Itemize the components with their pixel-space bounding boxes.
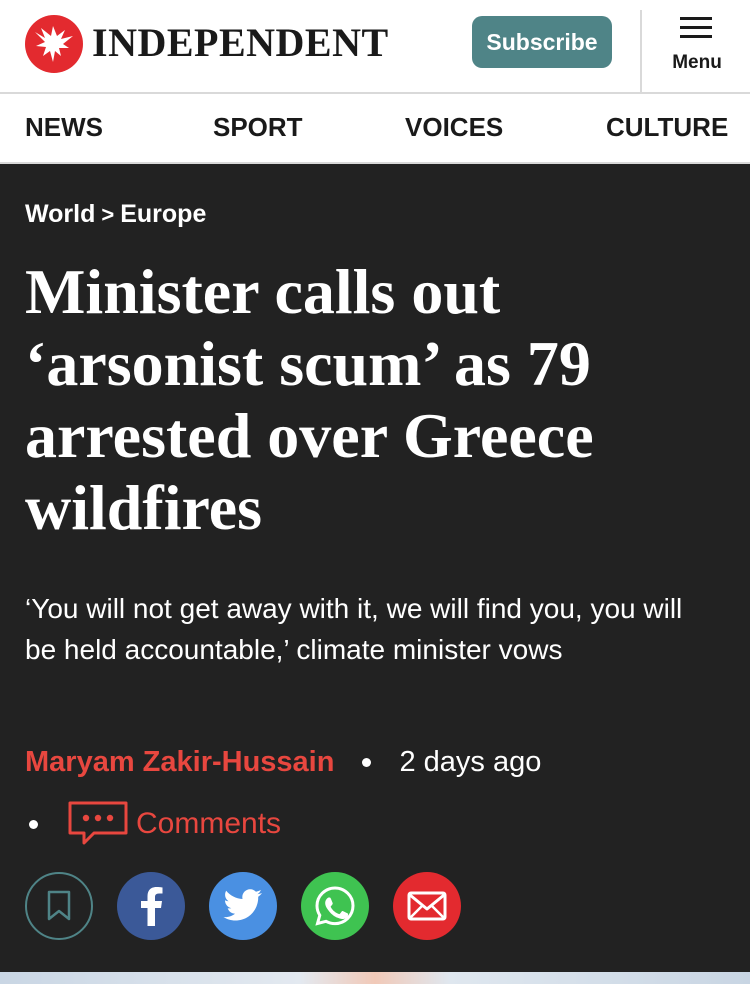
article-standfirst: ‘You will not get away with it, we will … [25,593,683,665]
author-link[interactable]: Maryam Zakir-Hussain [25,746,334,779]
share-email-button[interactable] [393,872,461,940]
article-lead-image [0,972,750,984]
eagle-icon [35,26,73,62]
breadcrumb: World > Europe [25,200,206,229]
header-divider [640,10,642,92]
breadcrumb-world[interactable]: World [25,200,95,228]
breadcrumb-europe[interactable]: Europe [120,200,206,228]
independent-eagle-logo-icon[interactable] [25,15,83,73]
byline: Maryam Zakir-Hussain 2 days ago [25,742,541,782]
nav-item-voices[interactable]: VOICES [405,112,503,143]
site-logo-wordmark[interactable]: INDEPENDENT [92,18,389,68]
masthead: INDEPENDENT Subscribe Menu [0,0,750,94]
comments-row: Comments [25,800,281,848]
byline-separator-dot [362,757,372,767]
share-facebook-button[interactable] [117,872,185,940]
whatsapp-icon [315,886,355,926]
comments-link[interactable]: Comments [68,801,281,847]
comments-separator-dot [29,819,38,829]
bookmark-button[interactable] [25,872,93,940]
subscribe-button[interactable]: Subscribe [472,16,612,68]
facebook-icon [141,887,163,926]
menu-label: Menu [672,52,722,73]
article-header: World > Europe Minister calls out ‘arsonis… [0,164,750,972]
section-nav: NEWS SPORT VOICES CULTURE [0,94,750,164]
share-whatsapp-button[interactable] [301,872,369,940]
breadcrumb-separator: > [101,202,115,227]
hamburger-menu-icon [680,17,712,39]
twitter-icon [223,889,262,921]
article-headline: Minister calls out ‘arsonist scum’ as 79… [25,256,594,543]
nav-item-culture[interactable]: CULTURE [606,112,728,143]
menu-button[interactable]: Menu [652,12,742,82]
comment-bubble-icon [68,801,128,845]
bookmark-icon [47,890,71,921]
share-bar [25,872,485,940]
published-time: 2 days ago [399,745,542,778]
comments-label: Comments [136,807,282,840]
nav-item-news[interactable]: NEWS [25,112,103,143]
email-icon [407,891,447,921]
nav-item-sport[interactable]: SPORT [213,112,303,143]
share-twitter-button[interactable] [209,872,277,940]
